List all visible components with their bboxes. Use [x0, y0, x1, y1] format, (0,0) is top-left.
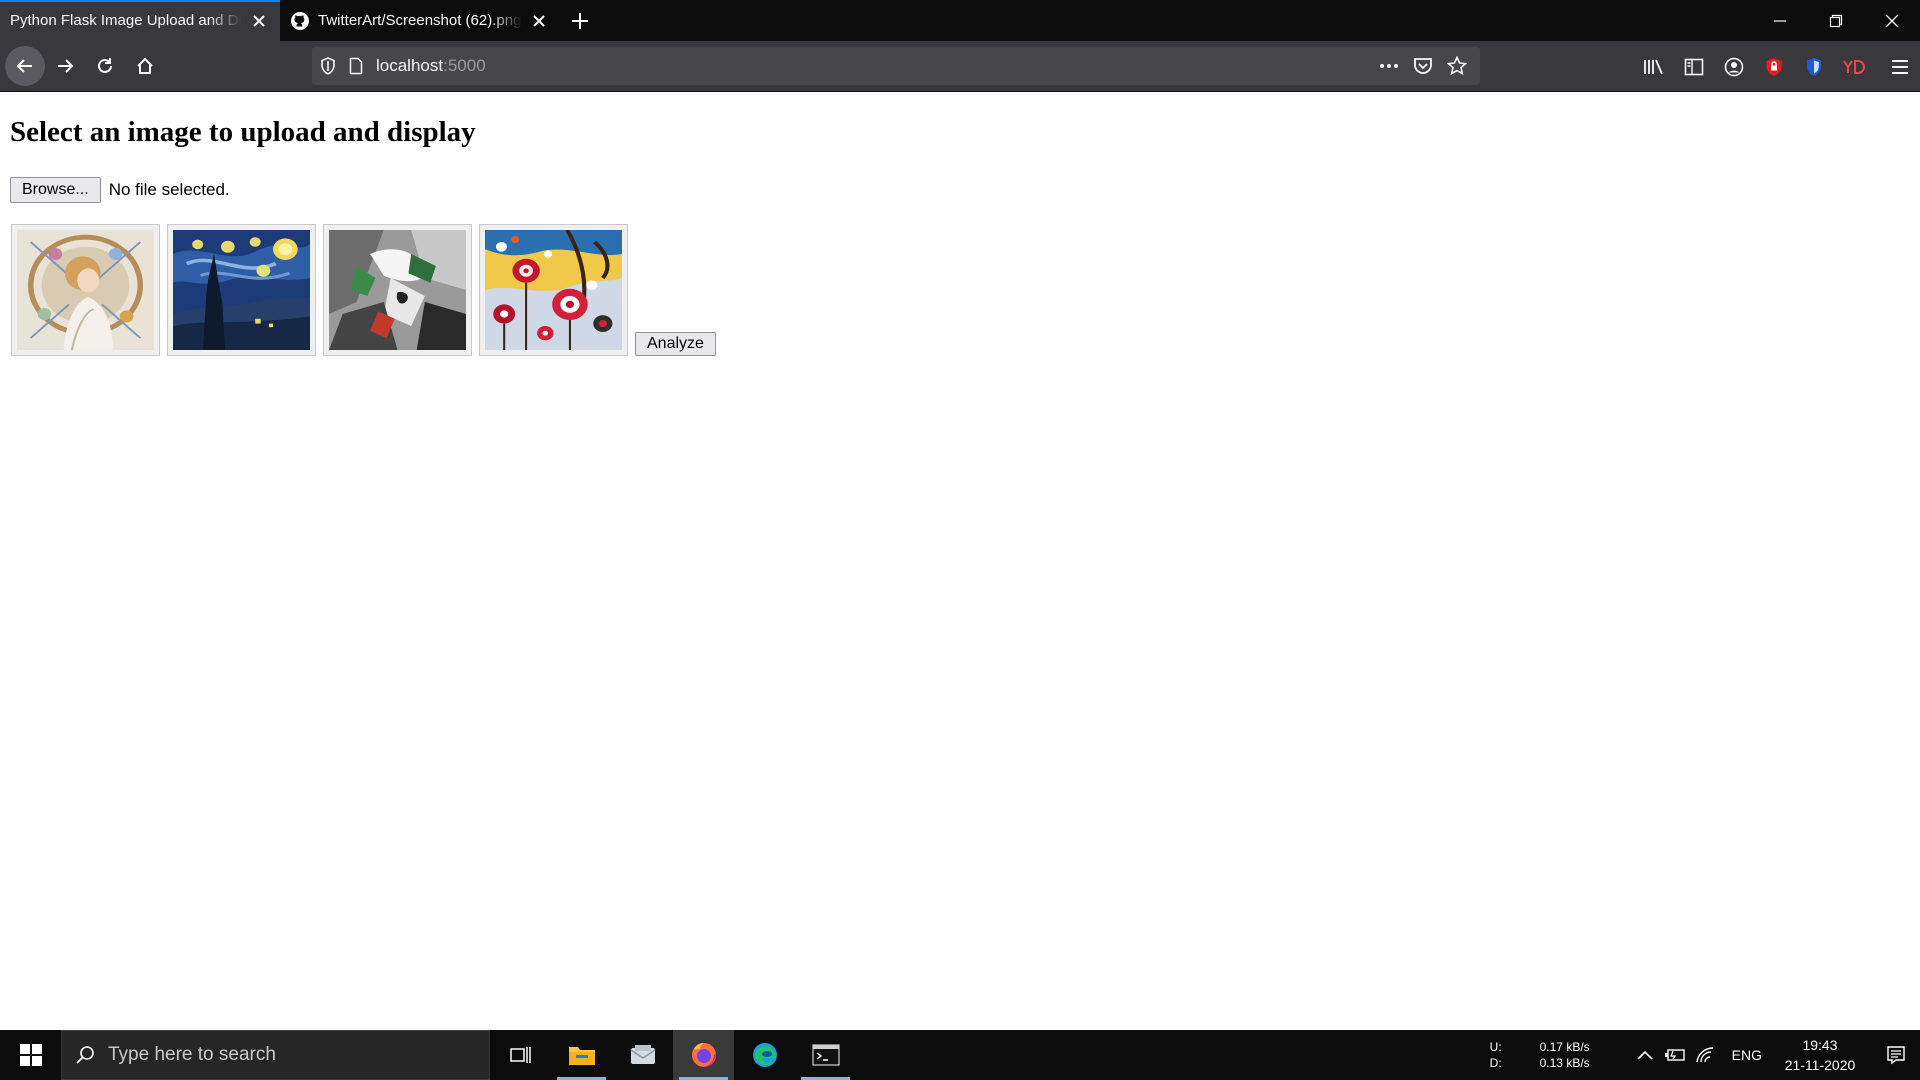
edge-icon — [752, 1043, 777, 1067]
back-button[interactable] — [5, 46, 45, 86]
page-info-icon[interactable] — [344, 57, 368, 75]
task-view-icon — [509, 1047, 531, 1063]
restore-icon — [1829, 14, 1843, 27]
tab-flask-upload[interactable]: Python Flask Image Upload and Display — [0, 0, 280, 41]
taskbar-mail-app[interactable] — [612, 1030, 673, 1080]
analyze-button[interactable]: Analyze — [635, 332, 716, 356]
reload-button[interactable] — [85, 46, 125, 86]
url-text: localhost:5000 — [376, 56, 486, 76]
net-up-value: 0.17 kB/s — [1539, 1040, 1590, 1054]
language-indicator[interactable]: ENG — [1732, 1047, 1762, 1063]
close-tab-icon[interactable] — [528, 10, 550, 32]
file-input-row: Browse... No file selected. — [10, 177, 230, 203]
thumbnail-art-nouveau-portrait[interactable] — [11, 224, 160, 356]
close-window-button[interactable] — [1864, 0, 1920, 41]
wifi-icon[interactable] — [1690, 1047, 1720, 1063]
bitwarden-icon[interactable] — [1794, 47, 1834, 87]
github-icon — [290, 11, 310, 31]
network-speed-monitor: U: 0.17 kB/s D: 0.13 kB/s — [1490, 1039, 1590, 1071]
url-port: :5000 — [443, 56, 486, 75]
tab-title: TwitterArt/Screenshot (62).png — [318, 12, 522, 29]
starry-night-image — [173, 230, 310, 350]
account-icon[interactable] — [1714, 47, 1754, 87]
arrow-left-icon — [16, 59, 32, 73]
clock-date: 21-11-2020 — [1784, 1057, 1856, 1073]
restore-button[interactable] — [1808, 0, 1864, 41]
search-placeholder: Type here to search — [108, 1044, 276, 1065]
arrow-right-icon — [58, 59, 74, 73]
thumbnail-starry-night[interactable] — [167, 224, 316, 356]
clock-time: 19:43 — [1802, 1037, 1838, 1053]
page-heading: Select an image to upload and display — [10, 116, 476, 148]
firefox-icon — [691, 1043, 716, 1067]
image-gallery: Analyze — [11, 224, 716, 356]
abstract-figures-image — [329, 230, 466, 350]
thumbnail-poppy-flowers[interactable] — [479, 224, 628, 356]
tab-strip: Python Flask Image Upload and Display Tw… — [0, 0, 1920, 41]
sidebar-icon[interactable] — [1674, 47, 1714, 87]
page-actions-icon[interactable] — [1372, 49, 1406, 83]
forward-button[interactable] — [45, 46, 85, 86]
home-icon — [137, 57, 153, 74]
minimize-icon — [1774, 19, 1786, 22]
start-button[interactable] — [0, 1030, 61, 1080]
ublock-icon[interactable] — [1754, 47, 1794, 87]
bookmark-star-icon[interactable] — [1440, 49, 1474, 83]
battery-icon[interactable] — [1660, 1048, 1690, 1062]
plus-icon — [572, 12, 588, 29]
windows-logo-icon — [19, 1044, 42, 1066]
close-tab-icon[interactable] — [248, 10, 270, 32]
reload-icon — [98, 58, 112, 73]
terminal-icon — [811, 1044, 840, 1066]
taskbar-search-box[interactable]: Type here to search — [61, 1030, 490, 1080]
action-center-icon[interactable] — [1872, 1045, 1920, 1065]
task-view-button[interactable] — [490, 1030, 551, 1080]
window-controls — [1752, 0, 1920, 41]
taskbar-firefox[interactable] — [673, 1030, 734, 1080]
pocket-icon[interactable] — [1406, 49, 1440, 83]
url-bar[interactable]: localhost:5000 — [312, 47, 1480, 85]
page-content: Select an image to upload and display Br… — [0, 92, 1920, 1030]
new-tab-button[interactable] — [560, 0, 600, 41]
yd-extension-icon[interactable] — [1834, 47, 1874, 87]
taskbar-file-explorer[interactable] — [551, 1030, 612, 1080]
file-status-text: No file selected. — [108, 180, 230, 199]
net-down-value: 0.13 kB/s — [1539, 1056, 1590, 1070]
minimize-button[interactable] — [1752, 0, 1808, 41]
library-icon[interactable] — [1634, 47, 1674, 87]
mail-app-icon — [630, 1045, 655, 1064]
art-nouveau-portrait-image — [17, 230, 154, 350]
nav-toolbar: localhost:5000 — [0, 41, 1920, 92]
tab-github-screenshot[interactable]: TwitterArt/Screenshot (62).png — [280, 0, 560, 41]
taskbar-terminal[interactable] — [795, 1030, 856, 1080]
chevron-up-icon[interactable] — [1630, 1050, 1660, 1060]
taskbar-clock[interactable]: 19:43 21-11-2020 — [1778, 1035, 1862, 1075]
browse-button[interactable]: Browse... — [10, 177, 101, 203]
close-icon — [1885, 14, 1899, 27]
system-tray: U: 0.17 kB/s D: 0.13 kB/s ENG 19:43 21-1… — [1490, 1030, 1920, 1080]
taskbar-edge[interactable] — [734, 1030, 795, 1080]
tracking-shield-icon[interactable] — [312, 57, 344, 75]
url-host: localhost — [376, 56, 444, 75]
tab-title: Python Flask Image Upload and Display — [10, 12, 242, 29]
net-up-label: U: — [1489, 1040, 1502, 1054]
poppy-flowers-image — [485, 230, 622, 350]
net-down-label: D: — [1489, 1056, 1502, 1070]
folder-icon — [568, 1047, 595, 1065]
menu-hamburger-icon[interactable] — [1880, 47, 1920, 87]
home-button[interactable] — [125, 46, 165, 86]
windows-taskbar: Type here to search U: 0.17 kB/s D: 0.13… — [0, 1030, 1920, 1080]
thumbnail-abstract-figures[interactable] — [323, 224, 472, 356]
search-icon — [62, 1045, 108, 1065]
toolbar-right — [1634, 41, 1920, 92]
